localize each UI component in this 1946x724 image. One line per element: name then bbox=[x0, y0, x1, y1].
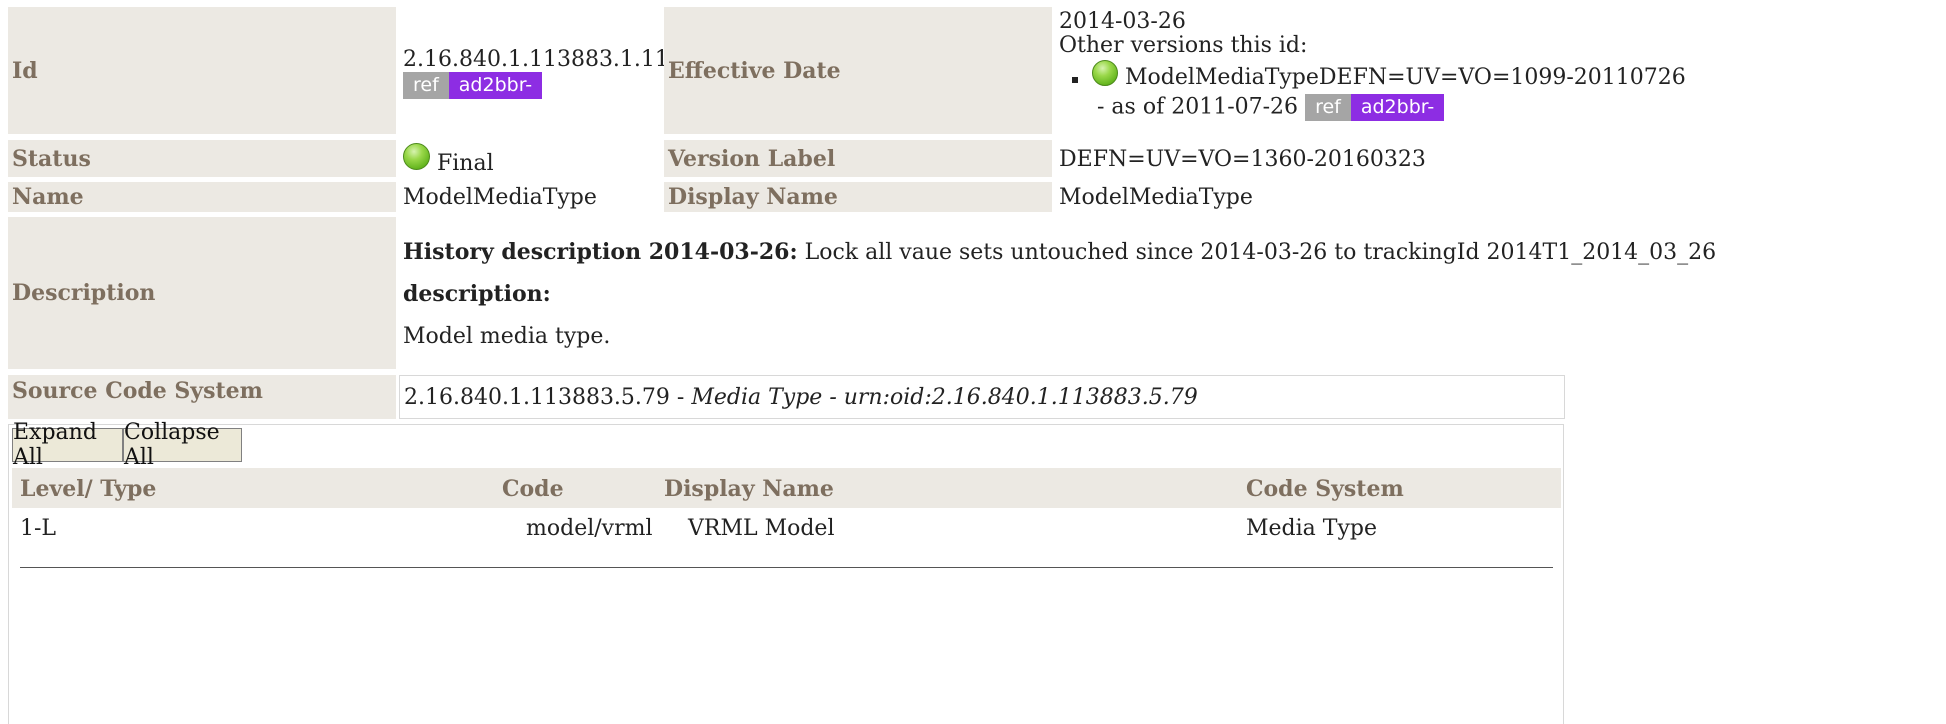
ref-badge: ref bbox=[403, 72, 449, 99]
bullet-icon bbox=[1072, 77, 1078, 83]
header-code: Code bbox=[502, 476, 564, 502]
source-name: Media Type bbox=[691, 385, 823, 410]
display-name-value: ModelMediaType bbox=[1059, 185, 1253, 210]
description-label: Description bbox=[8, 217, 396, 369]
collapse-all-button[interactable]: Collapse All bbox=[123, 420, 242, 470]
other-version-asof: - as of 2011-07-26 bbox=[1097, 94, 1299, 120]
row-display-name: VRML Model bbox=[688, 516, 835, 541]
source-code-system-cell: 2.16.840.1.113883.5.79 - Media Type - ur… bbox=[399, 375, 1565, 419]
separator: - bbox=[669, 385, 692, 410]
other-version-item[interactable]: ModelMediaTypeDEFN=UV=VO=1099-20110726 bbox=[1072, 60, 1686, 90]
row-code: model/vrml bbox=[526, 516, 653, 541]
header-display-name: Display Name bbox=[664, 476, 834, 502]
status-value: Final bbox=[437, 151, 494, 176]
row-level: 1-L bbox=[20, 516, 57, 541]
other-ref-badge: ref bbox=[1305, 94, 1351, 121]
row-code-system: Media Type bbox=[1246, 516, 1377, 541]
status-label: Status bbox=[8, 140, 396, 177]
other-version-asof-row: - as of 2011-07-26 ref ad2bbr- bbox=[1097, 94, 1445, 121]
source-oid: 2.16.840.1.113883.5.79 bbox=[404, 385, 670, 410]
version-label-label: Version Label bbox=[664, 140, 1052, 177]
status-value-cell: Final bbox=[403, 143, 494, 176]
description-heading: description: bbox=[403, 281, 551, 307]
other-version-name[interactable]: ModelMediaTypeDEFN=UV=VO=1099-20110726 bbox=[1125, 65, 1686, 90]
source-urn: urn:oid:2.16.840.1.113883.5.79 bbox=[843, 385, 1198, 410]
expand-all-button[interactable]: Expand All bbox=[12, 420, 123, 470]
version-label-value: DEFN=UV=VO=1360-20160323 bbox=[1059, 147, 1426, 172]
status-ball-icon bbox=[1092, 60, 1118, 86]
description-text: Model media type. bbox=[403, 324, 611, 349]
display-name-label: Display Name bbox=[664, 182, 1052, 212]
prefix-badge: ad2bbr- bbox=[448, 72, 543, 99]
history-description-heading: History description 2014-03-26: bbox=[403, 239, 798, 265]
source-code-system-value: 2.16.840.1.113883.5.79 - Media Type - ur… bbox=[404, 385, 1198, 410]
other-prefix-badge: ad2bbr- bbox=[1350, 94, 1445, 121]
final-status-icon bbox=[403, 143, 430, 170]
separator: - bbox=[822, 385, 844, 410]
history-description-text: Lock all vaue sets untouched since 2014-… bbox=[797, 240, 1717, 265]
effective-date-cell: 2014-03-26 Other versions this id: bbox=[1059, 10, 1307, 58]
history-description: History description 2014-03-26: Lock all… bbox=[403, 239, 1716, 265]
divider bbox=[20, 567, 1553, 568]
name-label: Name bbox=[8, 182, 396, 212]
effective-date-value: 2014-03-26 bbox=[1059, 9, 1186, 34]
header-level-type: Level/ Type bbox=[20, 476, 157, 502]
id-label: Id bbox=[8, 7, 396, 134]
header-code-system: Code System bbox=[1246, 476, 1404, 502]
other-versions-label: Other versions this id: bbox=[1059, 33, 1308, 58]
effective-date-label: Effective Date bbox=[664, 7, 1052, 134]
source-code-system-label: Source Code System bbox=[8, 375, 396, 419]
name-value: ModelMediaType bbox=[403, 185, 597, 210]
